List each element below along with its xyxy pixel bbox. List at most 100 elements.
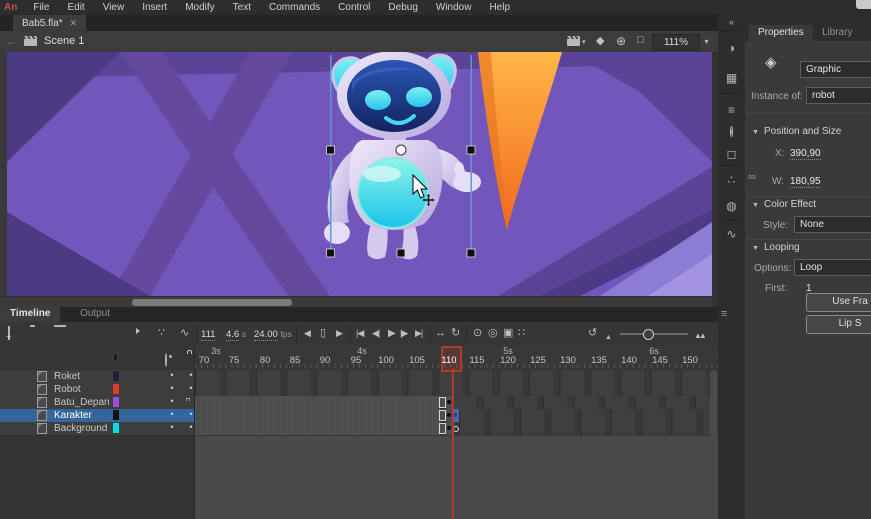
layer-visible-dot[interactable]: • bbox=[167, 383, 177, 393]
selection-handle-right[interactable] bbox=[467, 146, 475, 154]
collapse-panels-icon[interactable]: « bbox=[718, 17, 745, 27]
close-icon[interactable]: ✕ bbox=[70, 18, 78, 29]
symbol-type-dropdown[interactable]: Graphic bbox=[800, 61, 871, 78]
zoom-slider-knob[interactable] bbox=[643, 329, 654, 340]
lip-syncing-button[interactable]: Lip S bbox=[806, 315, 871, 334]
layer-row-batu-depan[interactable]: Batu_Depan • bbox=[0, 396, 194, 410]
edit-scene-dropdown-icon[interactable]: ▾ bbox=[582, 38, 586, 46]
selection-handle-bottom-center[interactable] bbox=[397, 249, 405, 257]
zoom-dropdown-icon[interactable]: ▾ bbox=[700, 34, 713, 49]
timeline-panel-menu-icon[interactable]: ≡ bbox=[721, 308, 727, 320]
x-value[interactable]: 390,90 bbox=[790, 148, 821, 160]
onion-skin-outlines-icon[interactable]: ◎ bbox=[488, 327, 498, 340]
layer-name[interactable]: Robot bbox=[54, 384, 81, 395]
section-color-effect[interactable]: Color Effect bbox=[764, 199, 816, 210]
layer-row-robot[interactable]: Robot • • bbox=[0, 383, 194, 397]
menu-file[interactable]: File bbox=[24, 2, 58, 13]
cc-libraries-icon[interactable]: ◍ bbox=[718, 199, 745, 213]
edit-scene-icon[interactable] bbox=[567, 36, 580, 46]
zoom-out-timeline-icon[interactable]: ▲ bbox=[605, 331, 612, 344]
visibility-column-eye-icon[interactable] bbox=[165, 354, 167, 366]
layer-outline-swatch[interactable] bbox=[113, 371, 119, 381]
menu-window[interactable]: Window bbox=[427, 2, 481, 13]
info-panel-icon[interactable]: i bbox=[718, 123, 745, 137]
layer-outline-swatch[interactable] bbox=[113, 410, 119, 420]
timeline-zoom-slider[interactable] bbox=[620, 333, 688, 335]
tab-output[interactable]: Output bbox=[70, 307, 120, 323]
align-panel-icon[interactable]: ≡ bbox=[718, 103, 745, 117]
delete-layer-icon[interactable] bbox=[54, 327, 56, 340]
step-back-one-frame-icon[interactable]: ◀| bbox=[372, 327, 379, 340]
layer-outline-swatch[interactable] bbox=[113, 423, 119, 433]
loop-options-dropdown[interactable]: Loop bbox=[794, 259, 871, 276]
span-end-frame[interactable] bbox=[439, 423, 446, 434]
instance-of-field[interactable]: robot bbox=[806, 87, 871, 104]
w-value[interactable]: 180,95 bbox=[790, 176, 821, 188]
tab-timeline[interactable]: Timeline bbox=[0, 307, 60, 323]
menu-modify[interactable]: Modify bbox=[176, 2, 223, 13]
layer-visible-dot[interactable]: • bbox=[167, 370, 177, 380]
brush-library-icon[interactable]: ∴ bbox=[718, 173, 745, 187]
layer-visible-dot[interactable]: • bbox=[167, 422, 177, 432]
stage-zoom-input[interactable]: 111% bbox=[652, 34, 700, 51]
center-frame-icon[interactable]: ↔ bbox=[435, 327, 446, 340]
layer-outline-swatch[interactable] bbox=[113, 397, 119, 407]
section-position-size[interactable]: Position and Size bbox=[764, 126, 841, 137]
collapse-triangle-icon[interactable]: ▼ bbox=[752, 202, 759, 209]
layer-name[interactable]: Background bbox=[54, 423, 107, 434]
go-to-first-frame-icon[interactable]: |◀ bbox=[356, 327, 363, 340]
step-back-icon[interactable]: ◀ bbox=[304, 327, 311, 340]
modify-markers-icon[interactable]: ∷ bbox=[518, 327, 525, 340]
collapse-triangle-icon[interactable]: ▼ bbox=[752, 129, 759, 136]
layer-name[interactable]: Batu_Depan bbox=[54, 397, 110, 408]
onion-skin-icon[interactable]: ⊙ bbox=[473, 327, 482, 340]
layer-name[interactable]: Roket bbox=[54, 371, 80, 382]
elapsed-time[interactable]: 4.6 s bbox=[226, 329, 246, 340]
menu-text[interactable]: Text bbox=[224, 2, 260, 13]
color-panel-icon[interactable]: ◑ bbox=[718, 41, 745, 55]
menu-insert[interactable]: Insert bbox=[133, 2, 176, 13]
layer-name[interactable]: Karakter bbox=[54, 410, 92, 421]
span-end-frame[interactable] bbox=[439, 410, 446, 421]
style-dropdown[interactable]: None bbox=[794, 216, 871, 233]
frames-row-batu-depan[interactable] bbox=[195, 396, 718, 410]
playhead-line[interactable] bbox=[452, 368, 454, 519]
transform-point[interactable] bbox=[396, 145, 406, 155]
tab-library[interactable]: Library bbox=[813, 25, 862, 43]
step-forward-one-frame-icon[interactable]: |▶ bbox=[400, 327, 407, 340]
tab-properties[interactable]: Properties bbox=[749, 25, 813, 43]
layer-depth-icon[interactable]: ∿ bbox=[180, 327, 189, 340]
scrollbar-thumb[interactable] bbox=[132, 299, 292, 306]
app-logo[interactable]: An bbox=[0, 2, 24, 13]
section-looping[interactable]: Looping bbox=[764, 242, 800, 253]
frame-span[interactable] bbox=[195, 422, 440, 435]
layer-visible-dot[interactable]: • bbox=[167, 396, 177, 406]
play-icon[interactable]: ▶ bbox=[388, 327, 396, 340]
window-control[interactable] bbox=[856, 0, 871, 9]
current-frame-counter[interactable]: 111 bbox=[201, 329, 215, 341]
new-layer-icon[interactable] bbox=[8, 327, 10, 340]
frame-span[interactable] bbox=[195, 409, 440, 422]
layer-row-background[interactable]: Background • • bbox=[0, 422, 194, 436]
clip-content-icon[interactable]: □ bbox=[637, 34, 644, 46]
selection-handle-left[interactable] bbox=[327, 146, 335, 154]
menu-commands[interactable]: Commands bbox=[260, 2, 329, 13]
frames-row-roket[interactable] bbox=[195, 370, 718, 384]
layer-parenting-icon[interactable]: ∵ bbox=[158, 327, 165, 340]
use-frame-picker-button[interactable]: Use Fra bbox=[806, 293, 871, 312]
loop-playback-icon[interactable]: ↻ bbox=[451, 327, 460, 340]
edit-multiple-frames-icon[interactable]: ▣ bbox=[503, 327, 513, 340]
swatches-panel-icon[interactable]: ▦ bbox=[718, 71, 745, 85]
frame-rate[interactable]: 24.00 fps bbox=[254, 329, 292, 340]
link-width-height-icon[interactable]: ∞ bbox=[748, 171, 756, 183]
menu-debug[interactable]: Debug bbox=[379, 2, 426, 13]
reset-timeline-zoom-icon[interactable]: ↺ bbox=[588, 327, 597, 340]
collapse-triangle-icon[interactable]: ▼ bbox=[752, 245, 759, 252]
go-to-last-frame-icon[interactable]: ▶| bbox=[415, 327, 422, 340]
selection-handle-bottom-right[interactable] bbox=[467, 249, 475, 257]
motion-editor-icon[interactable]: ∿ bbox=[718, 227, 745, 241]
menu-control[interactable]: Control bbox=[329, 2, 379, 13]
edit-symbols-icon[interactable]: ◆ bbox=[596, 34, 604, 47]
menu-help[interactable]: Help bbox=[480, 2, 519, 13]
center-stage-icon[interactable]: ⊕ bbox=[616, 34, 626, 48]
